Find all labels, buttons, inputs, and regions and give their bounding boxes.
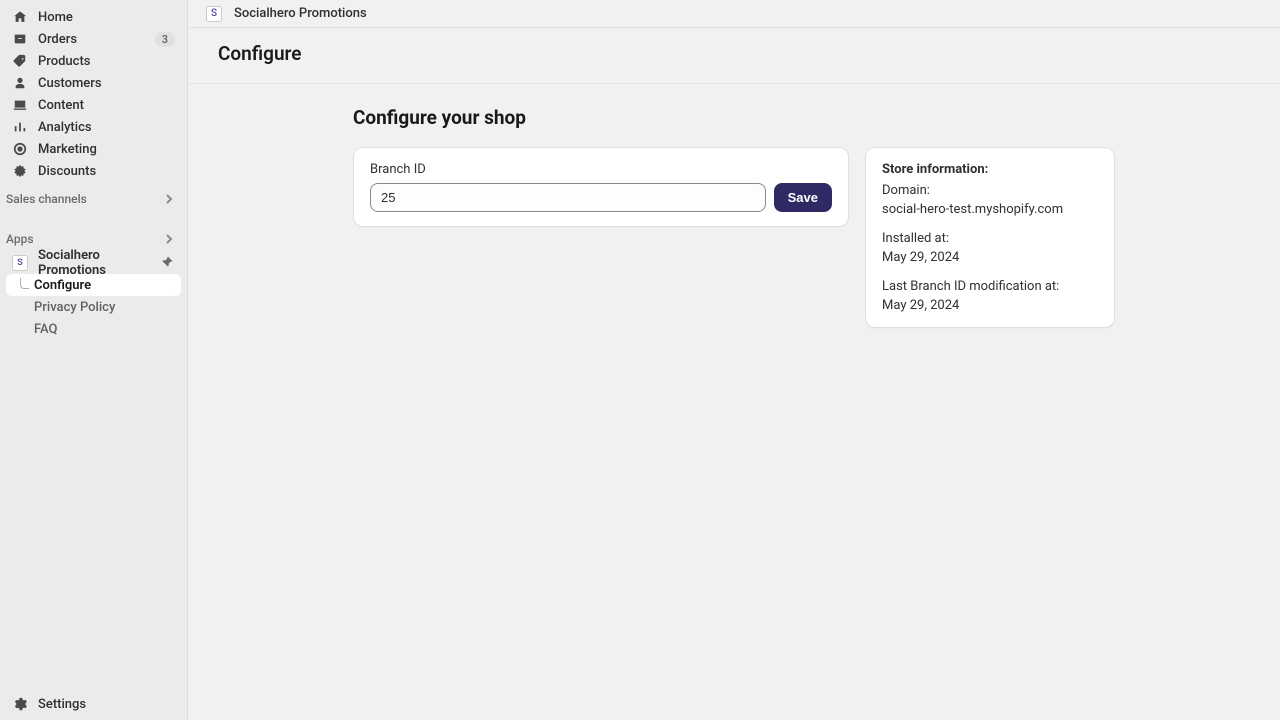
marketing-icon xyxy=(12,141,28,157)
nav-label: Content xyxy=(38,98,175,113)
store-info-card: Store information: Domain: social-hero-t… xyxy=(865,147,1115,328)
sidebar-item-analytics[interactable]: Analytics xyxy=(6,116,181,138)
chevron-right-icon xyxy=(163,193,175,205)
sidebar-item-discounts[interactable]: Discounts xyxy=(6,160,181,182)
sidebar-item-home[interactable]: Home xyxy=(6,6,181,28)
domain-label: Domain: xyxy=(882,183,1098,198)
sidebar-item-settings[interactable]: Settings xyxy=(0,688,187,720)
sidebar: Home Orders 3 Products Customers Content… xyxy=(0,0,188,720)
nav-label: Products xyxy=(38,54,175,69)
sidebar-item-marketing[interactable]: Marketing xyxy=(6,138,181,160)
subnav-label: Configure xyxy=(34,278,91,293)
app-socialhero-promotions[interactable]: S Socialhero Promotions xyxy=(6,252,181,274)
sidebar-item-products[interactable]: Products xyxy=(6,50,181,72)
app-icon: S xyxy=(206,6,222,22)
content-icon xyxy=(12,97,28,113)
save-button[interactable]: Save xyxy=(774,183,832,212)
nav-label: Marketing xyxy=(38,142,175,157)
nav-label: Discounts xyxy=(38,164,175,179)
page-title: Configure xyxy=(218,42,1250,65)
sidebar-item-content[interactable]: Content xyxy=(6,94,181,116)
analytics-icon xyxy=(12,119,28,135)
section-label: Apps xyxy=(6,232,163,246)
section-label: Sales channels xyxy=(6,192,163,206)
subnav-privacy-policy[interactable]: Privacy Policy xyxy=(6,296,181,318)
chevron-right-icon xyxy=(163,233,175,245)
subnav-configure[interactable]: Configure xyxy=(6,274,181,296)
subnav-label: FAQ xyxy=(34,322,58,337)
breadcrumb-app-name[interactable]: Socialhero Promotions xyxy=(234,6,367,21)
home-icon xyxy=(12,9,28,25)
installed-label: Installed at: xyxy=(882,231,1098,246)
orders-badge: 3 xyxy=(155,32,175,47)
discounts-icon xyxy=(12,163,28,179)
breadcrumb: S Socialhero Promotions xyxy=(188,0,1280,28)
customers-icon xyxy=(12,75,28,91)
subnav-faq[interactable]: FAQ xyxy=(6,318,181,340)
sidebar-item-orders[interactable]: Orders 3 xyxy=(6,28,181,50)
section-sales-channels[interactable]: Sales channels xyxy=(0,182,187,212)
settings-label: Settings xyxy=(38,697,86,712)
main: S Socialhero Promotions Configure Config… xyxy=(188,0,1280,720)
branch-id-card: Branch ID Save xyxy=(353,147,849,227)
store-info-header: Store information: xyxy=(882,162,1098,177)
sidebar-item-customers[interactable]: Customers xyxy=(6,72,181,94)
products-icon xyxy=(12,53,28,69)
orders-icon xyxy=(12,31,28,47)
nav-label: Home xyxy=(38,10,175,25)
branch-id-input[interactable] xyxy=(370,183,766,212)
pin-icon[interactable] xyxy=(161,256,175,270)
app-icon: S xyxy=(12,255,28,271)
domain-value: social-hero-test.myshopify.com xyxy=(882,202,1098,217)
page-title-bar: Configure xyxy=(188,28,1280,84)
gear-icon xyxy=(12,696,28,712)
apps-list: S Socialhero Promotions xyxy=(0,252,187,274)
installed-value: May 29, 2024 xyxy=(882,250,1098,265)
nav-label: Customers xyxy=(38,76,175,91)
content: Configure your shop Branch ID Save Store… xyxy=(188,84,1280,720)
app-subnav: Configure Privacy Policy FAQ xyxy=(0,274,187,340)
nav-label: Orders xyxy=(38,32,155,47)
nav-label: Analytics xyxy=(38,120,175,135)
modified-value: May 29, 2024 xyxy=(882,298,1098,313)
subnav-label: Privacy Policy xyxy=(34,300,115,315)
section-title: Configure your shop xyxy=(353,106,1115,129)
main-nav: Home Orders 3 Products Customers Content… xyxy=(0,6,187,182)
modified-label: Last Branch ID modification at: xyxy=(882,279,1098,294)
branch-id-label: Branch ID xyxy=(370,162,832,177)
